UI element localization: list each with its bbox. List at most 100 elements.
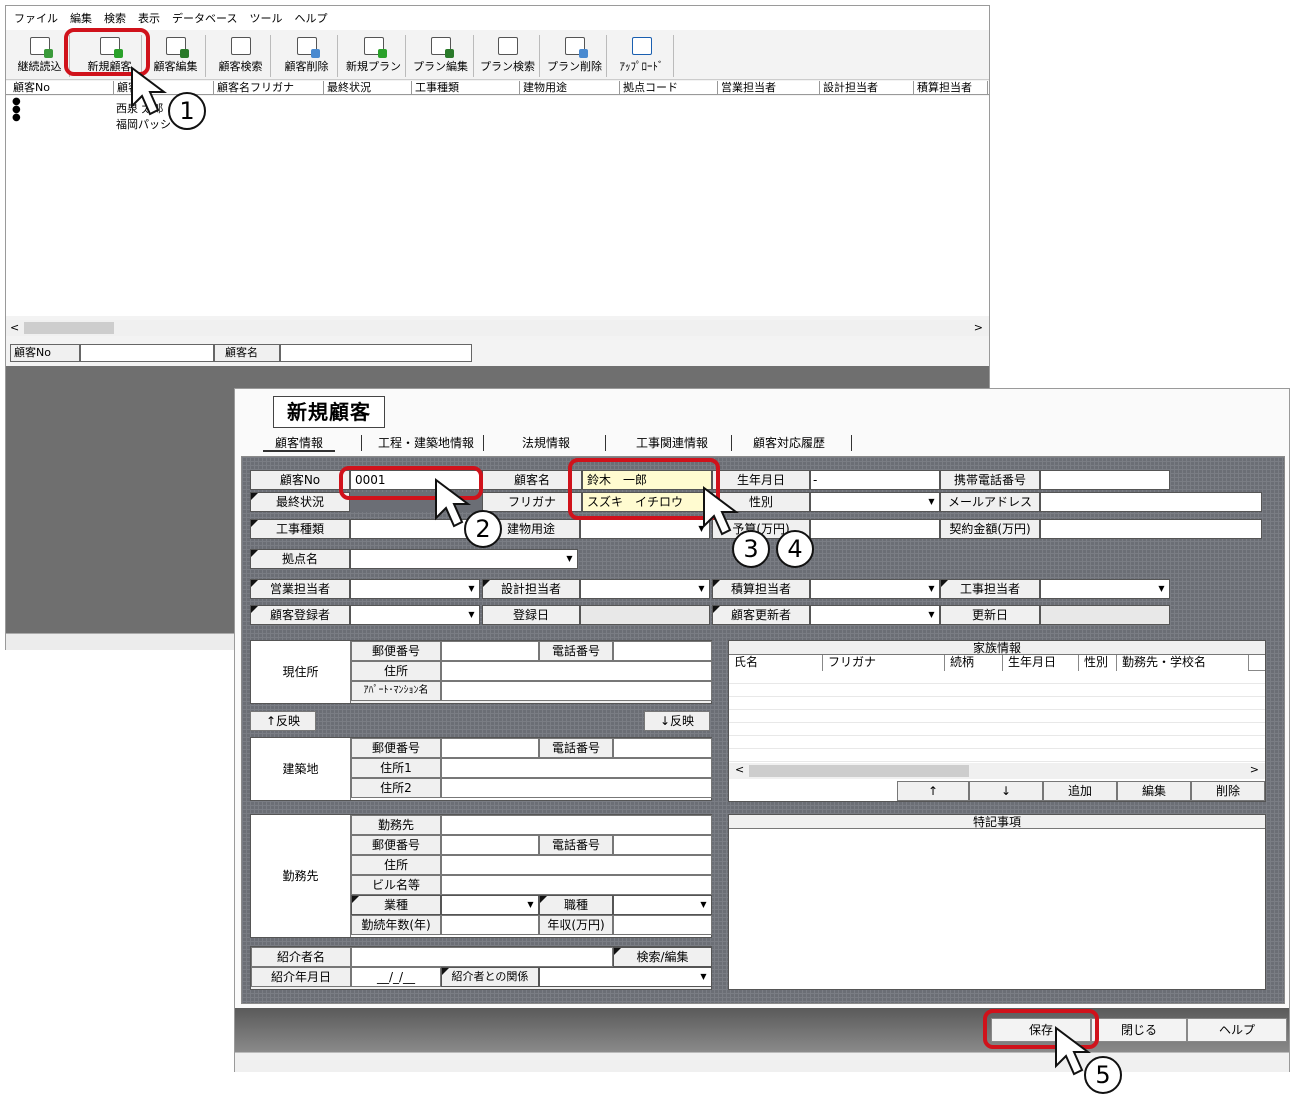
mobile-field[interactable] — [1040, 470, 1170, 490]
final-status-label[interactable]: 最終状況 — [250, 492, 350, 512]
customer-reg-dropdown[interactable] — [350, 605, 480, 625]
base-name-label[interactable]: 拠点名 — [250, 549, 350, 569]
col-header[interactable]: 積算担当者 — [914, 81, 988, 95]
close-button[interactable]: 閉じる — [1091, 1018, 1187, 1042]
help-button[interactable]: ヘルプ — [1187, 1018, 1287, 1042]
menu-edit[interactable]: 編集 — [70, 10, 92, 26]
tab-legal[interactable]: 法規情報 — [497, 434, 595, 452]
upload-button[interactable]: ｱｯﾌﾟﾛｰﾄﾞ — [610, 35, 674, 77]
base-name-dropdown[interactable] — [350, 549, 578, 569]
building-name-field[interactable] — [441, 875, 712, 895]
family-up-button[interactable]: ↑ — [897, 781, 969, 801]
scroll-right-icon[interactable]: > — [974, 321, 983, 334]
work-postal-field[interactable] — [441, 835, 539, 855]
scroll-thumb[interactable] — [749, 765, 969, 777]
tab-construction[interactable]: 工事関連情報 — [617, 434, 727, 452]
col-header[interactable]: 拠点コード — [620, 81, 718, 95]
updater-label[interactable]: 顧客更新者 — [712, 605, 810, 625]
col-header[interactable]: フリガナ — [823, 655, 945, 671]
income-field[interactable] — [613, 915, 712, 935]
col-header[interactable]: 営業担当者 — [718, 81, 820, 95]
col-header[interactable]: 勤務先・学校名 — [1117, 655, 1249, 671]
construction-type-label[interactable]: 工事種類 — [250, 519, 350, 539]
gender-dropdown[interactable] — [810, 492, 940, 512]
col-header[interactable]: 設計担当者 — [820, 81, 914, 95]
birth-field[interactable]: - — [810, 470, 940, 490]
referrer-date-field[interactable]: __/_/__ — [351, 967, 441, 987]
updater-dropdown[interactable] — [810, 605, 940, 625]
notes-textarea[interactable] — [729, 829, 1265, 989]
menu-file[interactable]: ファイル — [14, 10, 58, 26]
address-field[interactable] — [441, 661, 712, 681]
job-dropdown[interactable] — [613, 895, 712, 915]
budget-field[interactable] — [810, 519, 940, 539]
search-plan-button[interactable]: プラン検索 — [476, 35, 540, 77]
build-postal-field[interactable] — [441, 738, 539, 758]
family-add-button[interactable]: 追加 — [1043, 781, 1117, 801]
family-edit-button[interactable]: 編集 — [1117, 781, 1191, 801]
email-field[interactable] — [1040, 492, 1262, 512]
design-rep-label[interactable]: 設計担当者 — [482, 579, 580, 599]
col-header[interactable]: 最終状況 — [324, 81, 412, 95]
continue-load-button[interactable]: 継続読込 — [10, 35, 70, 77]
reflect-up-button[interactable]: ↑反映 — [250, 711, 316, 731]
phone-field[interactable] — [613, 641, 712, 661]
scroll-left-icon[interactable]: < — [10, 321, 19, 334]
contract-field[interactable] — [1040, 519, 1262, 539]
edit-plan-button[interactable]: プラン編集 — [408, 35, 474, 77]
workplace-name-field[interactable] — [441, 815, 712, 835]
construction-rep-label[interactable]: 工事担当者 — [940, 579, 1040, 599]
work-address-field[interactable] — [441, 855, 712, 875]
work-phone-field[interactable] — [613, 835, 712, 855]
search-customer-button[interactable]: 顧客検索 — [211, 35, 271, 77]
filter-name-input[interactable] — [280, 344, 472, 362]
years-field[interactable] — [441, 915, 539, 935]
design-rep-dropdown[interactable] — [580, 579, 710, 599]
tab-history[interactable]: 顧客対応履歴 — [739, 434, 839, 452]
menu-tools[interactable]: ツール — [249, 10, 282, 26]
horizontal-scrollbar[interactable]: < > — [6, 320, 989, 336]
referrer-relation-label[interactable]: 紹介者との関係 — [441, 967, 539, 987]
delete-plan-button[interactable]: プラン削除 — [543, 35, 607, 77]
referrer-relation-dropdown[interactable] — [539, 967, 712, 987]
family-hscroll[interactable]: < > — [729, 763, 1265, 779]
postal-field[interactable] — [441, 641, 539, 661]
col-header[interactable]: 性別 — [1079, 655, 1117, 671]
menu-view[interactable]: 表示 — [138, 10, 160, 26]
filter-no-input[interactable] — [80, 344, 214, 362]
reflect-down-button[interactable]: ↓反映 — [644, 711, 710, 731]
family-down-button[interactable]: ↓ — [969, 781, 1043, 801]
referrer-search-button[interactable]: 検索/編集 — [613, 947, 712, 967]
menu-help[interactable]: ヘルプ — [294, 10, 327, 26]
family-grid[interactable] — [729, 671, 1265, 763]
build-address1-field[interactable] — [441, 758, 712, 778]
job-label[interactable]: 職種 — [539, 895, 613, 915]
industry-label[interactable]: 業種 — [351, 895, 441, 915]
delete-customer-button[interactable]: 顧客削除 — [276, 35, 338, 77]
sales-rep-label[interactable]: 営業担当者 — [250, 579, 350, 599]
customer-reg-label[interactable]: 顧客登録者 — [250, 605, 350, 625]
col-header[interactable]: 建物用途 — [520, 81, 620, 95]
family-delete-button[interactable]: 削除 — [1191, 781, 1265, 801]
referrer-name-field[interactable] — [351, 947, 613, 967]
scroll-thumb[interactable] — [24, 322, 114, 334]
tab-customer-info[interactable]: 顧客情報 — [263, 434, 335, 452]
col-header[interactable]: 生年月日 — [1003, 655, 1079, 671]
new-plan-button[interactable]: 新規プラン — [342, 35, 406, 77]
col-header[interactable]: 工事種類 — [412, 81, 520, 95]
estimate-rep-label[interactable]: 積算担当者 — [712, 579, 810, 599]
col-header[interactable]: 顧客No — [10, 81, 114, 95]
menu-database[interactable]: データベース — [172, 10, 237, 26]
scroll-left-icon[interactable]: < — [735, 763, 744, 776]
col-header[interactable]: 顧客名フリガナ — [214, 81, 324, 95]
menu-search[interactable]: 検索 — [104, 10, 126, 26]
construction-rep-dropdown[interactable] — [1040, 579, 1170, 599]
tab-process-site[interactable]: 工程・建築地情報 — [371, 434, 481, 452]
build-address2-field[interactable] — [441, 778, 712, 798]
estimate-rep-dropdown[interactable] — [810, 579, 940, 599]
building-use-dropdown[interactable] — [580, 519, 710, 539]
industry-dropdown[interactable] — [441, 895, 539, 915]
col-header[interactable]: 続柄 — [945, 655, 1003, 671]
apartment-field[interactable] — [441, 681, 712, 701]
col-header[interactable]: 氏名 — [729, 655, 823, 671]
